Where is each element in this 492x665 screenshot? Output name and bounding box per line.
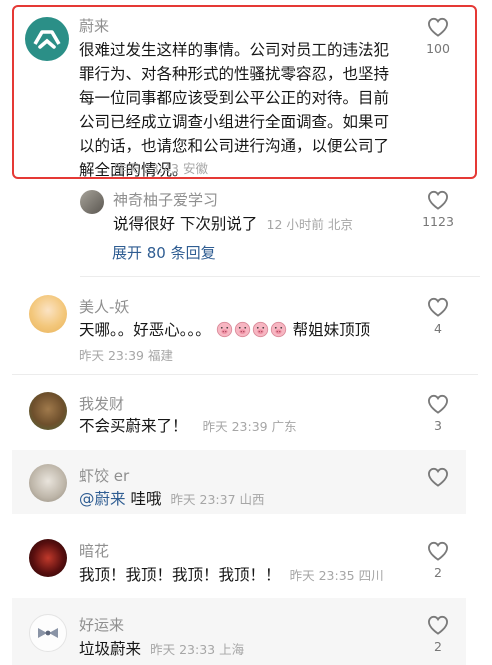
comment-meta: 昨天 23:39 福建 [79, 348, 173, 363]
avatar[interactable] [29, 539, 67, 577]
comment-meta: 昨天 23:39 广东 [202, 419, 297, 434]
avatar[interactable] [29, 295, 67, 333]
avatar[interactable] [80, 190, 104, 214]
heart-outline-icon [427, 17, 449, 37]
comment-text-prefix: 天哪。。好恶心。。。 [79, 321, 211, 339]
commenter-name[interactable]: 我发财 [79, 393, 124, 414]
like-button[interactable]: 2 [418, 615, 458, 654]
like-button[interactable]: 100 [418, 17, 458, 56]
commenter-name[interactable]: 暗花 [79, 540, 109, 561]
heart-outline-icon [427, 394, 449, 414]
comment-text: 我顶！我顶！我顶！我顶！！ [79, 566, 281, 584]
comment-meta: 昨天 23:37 山西 [170, 492, 265, 507]
like-button[interactable]: 2 [418, 541, 458, 580]
heart-outline-icon [427, 615, 449, 635]
like-count: 2 [434, 639, 442, 654]
avatar[interactable] [29, 464, 67, 502]
divider [80, 276, 480, 277]
like-count: 2 [434, 565, 442, 580]
heart-outline-icon [427, 297, 449, 317]
pig-face-emoji-icon [234, 321, 250, 338]
comment-text: 哇哦 [125, 490, 162, 508]
comment-text: 垃圾蔚来 [79, 640, 142, 658]
avatar[interactable] [29, 392, 67, 430]
pig-face-emoji-icon [252, 321, 268, 338]
comment-text: 天哪。。好恶心。。。 帮姐妹顶顶 [79, 318, 370, 342]
bow-tie-icon [38, 628, 58, 638]
divider [12, 374, 478, 375]
like-count: 4 [434, 321, 442, 336]
commenter-name[interactable]: 美人-妖 [79, 296, 129, 317]
commenter-name[interactable]: 好运来 [79, 614, 124, 635]
like-count: 1123 [422, 214, 454, 229]
expand-replies-button[interactable]: 展开 80 条回复 [112, 242, 216, 263]
like-button[interactable]: 4 [418, 297, 458, 336]
comment-meta: 昨天 23:43 安徽 [114, 161, 208, 176]
like-button[interactable]: 3 [418, 394, 458, 433]
like-button[interactable]: 1123 [418, 190, 458, 229]
like-button[interactable] [418, 467, 458, 487]
comment-text: 说得很好 下次别说了 [113, 215, 258, 233]
commenter-name[interactable]: 蔚来 [79, 15, 109, 36]
like-count: 3 [434, 418, 442, 433]
commenter-name[interactable]: 虾饺 er [79, 465, 129, 486]
heart-outline-icon [427, 541, 449, 561]
heart-outline-icon [427, 467, 449, 487]
comment-text: 不会买蔚来了！ [79, 417, 188, 435]
avatar[interactable] [29, 614, 67, 652]
commenter-name[interactable]: 神奇柚子爱学习 [113, 189, 218, 210]
heart-outline-icon [427, 190, 449, 210]
comment-meta: 12 小时前 北京 [266, 217, 353, 232]
mention-link[interactable]: @蔚来 [79, 490, 126, 508]
pig-face-emoji-icon [270, 321, 286, 338]
comment-meta: 昨天 23:35 四川 [289, 568, 384, 583]
comment-text-suffix: 帮姐妹顶顶 [292, 321, 371, 339]
like-count: 100 [426, 41, 450, 56]
avatar[interactable] [25, 17, 69, 61]
comment-meta: 昨天 23:33 上海 [150, 642, 245, 657]
pig-face-emoji-icon [216, 321, 232, 338]
nio-logo-icon [33, 30, 61, 49]
